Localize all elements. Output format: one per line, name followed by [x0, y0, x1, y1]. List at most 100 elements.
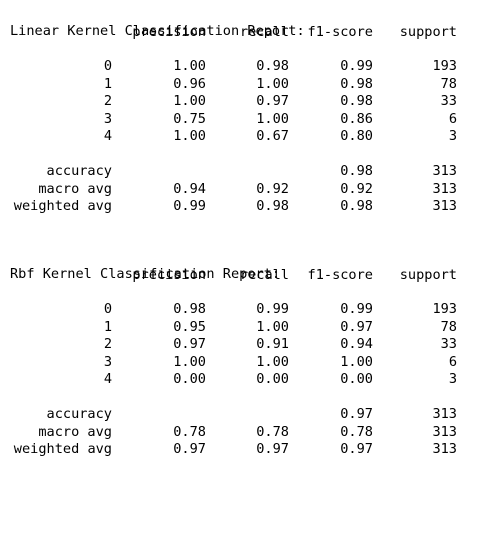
row-label: accuracy [46, 163, 112, 179]
recall-value: 1.00 [256, 318, 289, 335]
report-title-row: Rbf Kernel Classification Report: [0, 249, 484, 282]
f1-value: 1.00 [340, 353, 373, 370]
f1-value: 0.00 [340, 371, 373, 387]
support-value: 33 [440, 93, 457, 109]
class-row: 0 0.98 0.99 0.99 193 [0, 301, 484, 318]
summary-row-accuracy: accuracy 0.98 313 [0, 163, 484, 180]
row-label: 3 [103, 353, 112, 370]
f1-value: 0.99 [340, 58, 373, 74]
header-precision: precision [132, 267, 206, 283]
f1-value: 0.97 [340, 406, 373, 422]
recall-value: 1.00 [256, 75, 289, 92]
summary-row-accuracy: accuracy 0.97 313 [0, 406, 484, 423]
report-title-row: Linear Kernel Classification Report: [0, 6, 484, 39]
f1-value: 0.99 [340, 301, 373, 317]
row-label: accuracy [46, 406, 112, 422]
row-label: 1 [103, 318, 112, 335]
precision-value: 0.78 [173, 423, 206, 440]
row-label: 1 [103, 75, 112, 92]
class-row: 0 1.00 0.98 0.99 193 [0, 58, 484, 75]
row-label: 2 [103, 336, 112, 352]
row-label: 4 [103, 371, 112, 387]
header-precision: precision [132, 24, 206, 40]
summary-row-macro-avg: macro avg 0.94 0.92 0.92 313 [0, 181, 484, 198]
f1-value: 0.98 [340, 93, 373, 109]
recall-value: 0.67 [256, 128, 289, 144]
header-row: precision recall f1-score support [0, 267, 484, 284]
precision-value: 0.96 [173, 75, 206, 92]
support-value: 313 [432, 163, 457, 179]
precision-value: 1.00 [173, 128, 206, 144]
class-row: 4 1.00 0.67 0.80 3 [0, 128, 484, 145]
recall-value: 1.00 [256, 353, 289, 370]
recall-value: 0.98 [256, 58, 289, 74]
support-value: 313 [432, 198, 457, 214]
support-value: 313 [432, 180, 457, 197]
row-label: 2 [103, 93, 112, 109]
precision-value: 1.00 [173, 353, 206, 370]
header-f1-score: f1-score [307, 24, 373, 40]
header-f1-score: f1-score [307, 267, 373, 283]
header-recall: recall [239, 267, 289, 283]
precision-value: 0.94 [173, 180, 206, 197]
class-row: 4 0.00 0.00 0.00 3 [0, 371, 484, 388]
row-label: weighted avg [13, 441, 112, 457]
recall-value: 0.99 [256, 301, 289, 317]
recall-value: 0.91 [256, 336, 289, 352]
summary-row-weighted-avg: weighted avg 0.97 0.97 0.97 313 [0, 441, 484, 458]
recall-value: 0.97 [256, 441, 289, 457]
support-value: 313 [432, 406, 457, 422]
summary-row-weighted-avg: weighted avg 0.99 0.98 0.98 313 [0, 198, 484, 215]
precision-value: 1.00 [173, 93, 206, 109]
precision-value: 0.98 [173, 301, 206, 317]
row-label: 3 [103, 110, 112, 127]
f1-value: 0.92 [340, 180, 373, 197]
recall-value: 0.00 [256, 371, 289, 387]
recall-value: 0.78 [256, 423, 289, 440]
header-support: support [399, 24, 457, 40]
support-value: 6 [448, 110, 457, 127]
support-value: 313 [432, 441, 457, 457]
precision-value: 0.00 [173, 371, 206, 387]
support-value: 193 [432, 301, 457, 317]
row-label: 0 [103, 301, 112, 317]
precision-value: 0.95 [173, 318, 206, 335]
recall-value: 0.92 [256, 180, 289, 197]
header-row: precision recall f1-score support [0, 24, 484, 41]
support-value: 78 [440, 318, 457, 335]
f1-value: 0.78 [340, 423, 373, 440]
precision-value: 0.97 [173, 441, 206, 457]
precision-value: 0.97 [173, 336, 206, 352]
f1-value: 0.94 [340, 336, 373, 352]
header-support: support [399, 267, 457, 283]
recall-value: 1.00 [256, 110, 289, 127]
support-value: 313 [432, 423, 457, 440]
precision-value: 0.99 [173, 198, 206, 214]
f1-value: 0.98 [340, 163, 373, 179]
support-value: 3 [448, 371, 457, 387]
precision-value: 0.75 [173, 110, 206, 127]
class-row: 3 1.00 1.00 1.00 6 [0, 354, 484, 371]
row-label: 4 [103, 128, 112, 144]
row-label: macro avg [38, 180, 112, 197]
row-label: 0 [103, 58, 112, 74]
f1-value: 0.86 [340, 110, 373, 127]
class-row: 2 0.97 0.91 0.94 33 [0, 336, 484, 353]
summary-row-macro-avg: macro avg 0.78 0.78 0.78 313 [0, 424, 484, 441]
support-value: 6 [448, 353, 457, 370]
header-recall: recall [239, 24, 289, 40]
class-row: 1 0.95 1.00 0.97 78 [0, 319, 484, 336]
support-value: 33 [440, 336, 457, 352]
class-row: 3 0.75 1.00 0.86 6 [0, 111, 484, 128]
recall-value: 0.97 [256, 93, 289, 109]
class-row: 1 0.96 1.00 0.98 78 [0, 76, 484, 93]
recall-value: 0.98 [256, 198, 289, 214]
class-row: 2 1.00 0.97 0.98 33 [0, 93, 484, 110]
f1-value: 0.98 [340, 75, 373, 92]
support-value: 193 [432, 58, 457, 74]
support-value: 78 [440, 75, 457, 92]
f1-value: 0.97 [340, 318, 373, 335]
precision-value: 1.00 [173, 58, 206, 74]
f1-value: 0.80 [340, 128, 373, 144]
f1-value: 0.97 [340, 441, 373, 457]
